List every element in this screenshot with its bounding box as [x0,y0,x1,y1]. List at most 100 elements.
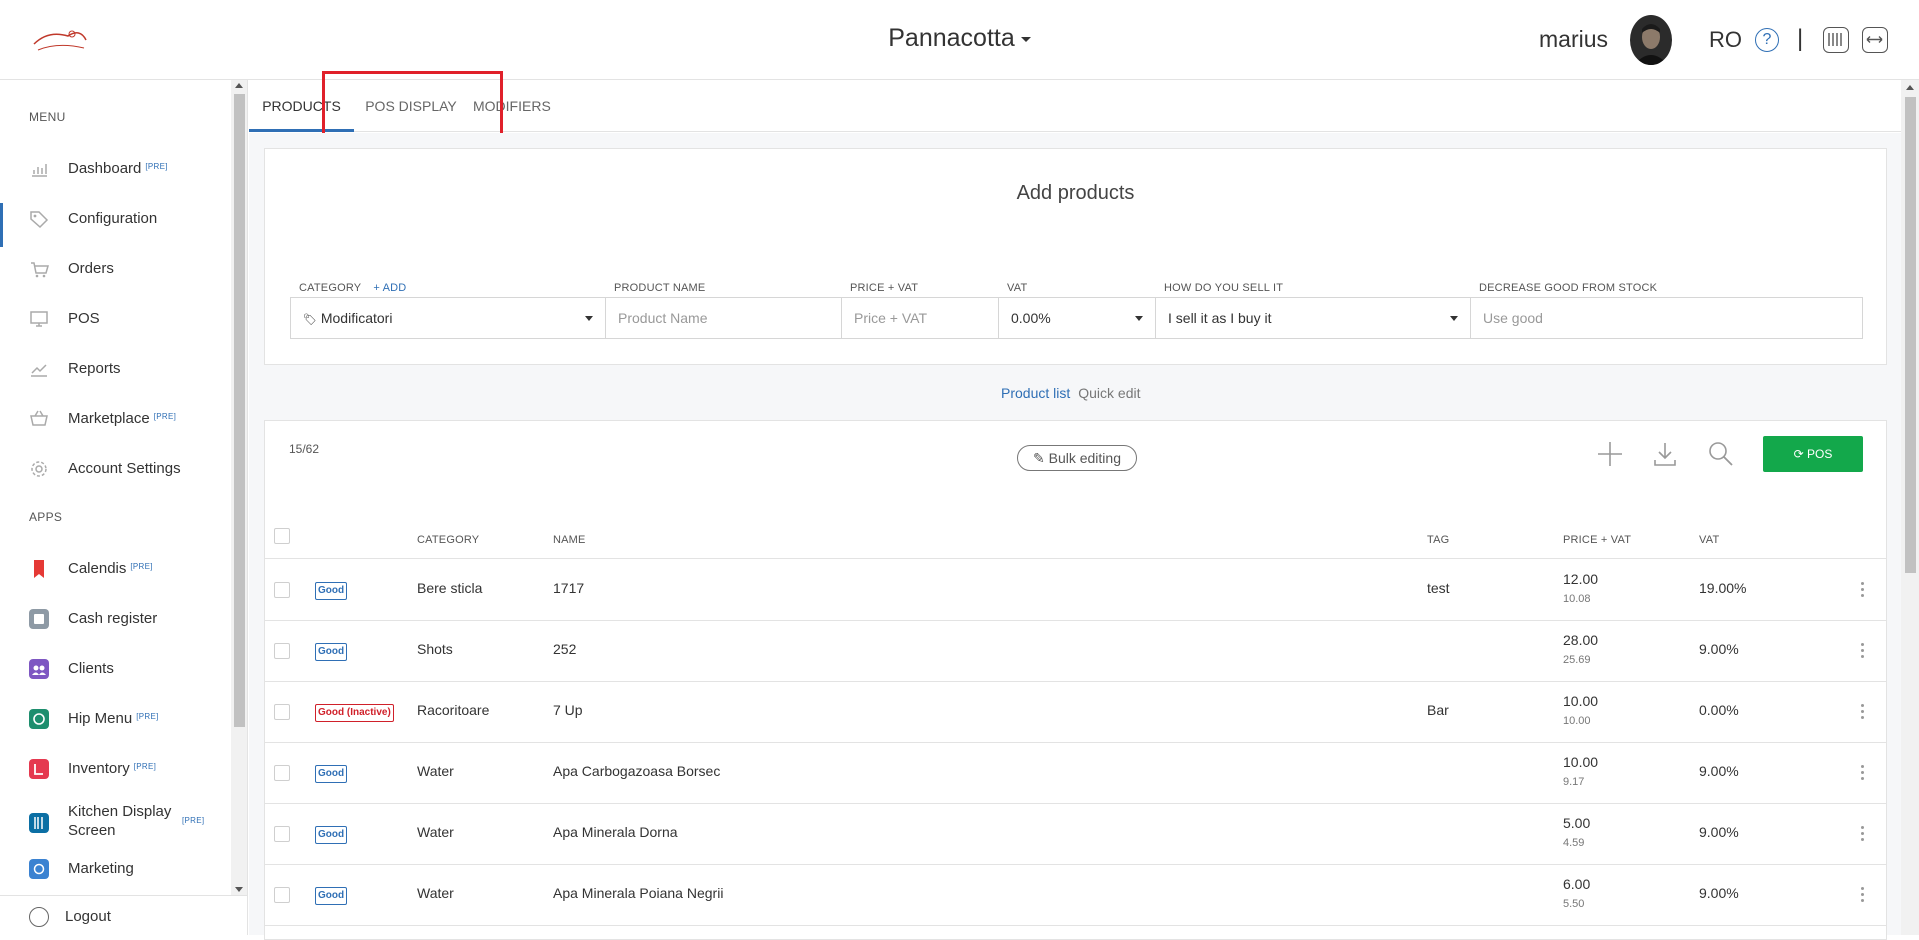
add-category-link[interactable]: + ADD [373,282,406,294]
sidebar-item-calendis[interactable]: Calendis [PRE] [0,549,231,589]
sidebar-item-marketplace[interactable]: Marketplace [PRE] [0,399,231,439]
row-name[interactable]: 7 Up [553,702,583,718]
row-price-net: 10.08 [1563,593,1591,605]
column-price[interactable]: PRICE + VAT [1563,534,1631,546]
more-options-icon[interactable] [1861,765,1865,781]
table-row[interactable]: Good (Inactive) Racoritoare 7 Up Bar 10.00 10… [265,682,1886,743]
row-category: Shots [417,641,453,657]
more-options-icon[interactable] [1861,643,1865,659]
sidebar-item-kitchen-display[interactable]: Kitchen Display Screen [PRE] [0,799,231,847]
column-category[interactable]: CATEGORY [417,534,479,546]
column-name[interactable]: NAME [553,534,586,546]
sidebar-item-reports[interactable]: Reports [0,349,231,389]
sidebar-item-orders[interactable]: Orders [0,249,231,289]
row-name[interactable]: Apa Minerala Dorna [553,824,678,840]
sidebar-item-clients[interactable]: Clients [0,649,231,689]
sidebar-item-cash-register[interactable]: Cash register [0,599,231,639]
sidebar-scrollbar[interactable] [231,80,247,895]
quick-edit-link[interactable]: Quick edit [1078,385,1140,401]
status-badge: Good [315,643,348,661]
product-name-input[interactable]: Product Name [606,298,842,338]
row-checkbox[interactable] [274,704,290,720]
main-scrollbar[interactable] [1901,80,1919,935]
column-tag[interactable]: TAG [1427,534,1449,546]
bookmark-icon [34,560,44,578]
avatar[interactable] [1630,15,1672,65]
sidebar-item-dashboard[interactable]: Dashboard [PRE] [0,149,231,189]
vat-select[interactable]: 0.00% [999,298,1156,338]
more-options-icon[interactable] [1861,582,1865,598]
row-checkbox[interactable] [274,826,290,842]
terminal-icon[interactable] [1823,27,1849,53]
category-select[interactable]: 🏷︎ Modificatori [291,298,606,338]
table-row[interactable]: Good Water Apa Minerala Dorna 5.00 4.59 9.00% [265,804,1886,865]
row-category: Water [417,824,454,840]
table-row[interactable]: Good Bere sticla 1717 test 12.00 10.08 19.00% [265,560,1886,621]
pre-badge: [PRE] [136,712,159,721]
sidebar-item-inventory[interactable]: Inventory [PRE] [0,749,231,789]
row-category: Racoritoare [417,702,490,718]
sidebar-item-account-settings[interactable]: Account Settings [0,449,231,489]
status-badge: Good [315,887,348,905]
cart-icon [31,262,49,278]
row-price: 5.00 [1563,815,1591,831]
pre-badge: [PRE] [130,562,153,571]
row-vat: 9.00% [1699,641,1739,657]
sidebar-item-label: Marketplace [68,410,150,427]
row-checkbox[interactable] [274,765,290,781]
row-name[interactable]: 1717 [553,580,584,596]
scrollbar-thumb[interactable] [1905,97,1916,573]
scroll-down-icon[interactable] [235,887,243,892]
table-row[interactable]: Good Water Apa Carbogazoasa Borsec 10.00 9.1… [265,743,1886,804]
bulk-editing-button[interactable]: ✎ Bulk editing [1017,445,1137,471]
row-name[interactable]: Apa Carbogazoasa Borsec [553,763,720,779]
price-input[interactable]: Price + VAT [842,298,999,338]
language-selector[interactable]: RO [1709,27,1742,53]
logout-label: Logout [65,908,111,925]
table-row[interactable]: Good Shots 252 28.00 25.69 9.00% [265,621,1886,682]
how-sell-label: HOW DO YOU SELL IT [1164,282,1284,294]
decrease-stock-input[interactable]: Use good [1471,298,1862,338]
table-header: CATEGORY NAME TAG PRICE + VAT VAT [265,518,1886,559]
remote-icon[interactable] [1862,27,1888,53]
help-icon[interactable]: ? [1755,28,1779,52]
scroll-up-icon[interactable] [1906,85,1914,90]
sidebar-item-label: Reports [68,360,121,377]
sidebar-item-marketing[interactable]: Marketing [0,849,231,889]
pre-badge: [PRE] [153,412,177,421]
venue-name[interactable]: Pannacotta [888,24,1015,52]
sidebar-item-label: Account Settings [68,460,181,477]
how-sell-value: I sell it as I buy it [1168,310,1272,326]
vat-label: VAT [1007,282,1028,294]
more-options-icon[interactable] [1861,704,1865,720]
add-icon[interactable] [1596,440,1624,468]
tag-icon: 🏷︎ [303,314,317,326]
row-vat: 9.00% [1699,763,1739,779]
row-name[interactable]: 252 [553,641,576,657]
product-list-link[interactable]: Product list [1001,385,1070,401]
table-row[interactable]: Good Water Apa Minerala Poiana Negrii 6.00 5… [265,865,1886,926]
how-sell-select[interactable]: I sell it as I buy it [1156,298,1471,338]
scrollbar-thumb[interactable] [234,94,245,727]
vat-value: 0.00% [1011,310,1051,326]
row-name[interactable]: Apa Minerala Poiana Negrii [553,885,723,901]
chevron-down-icon [585,316,593,321]
logout-button[interactable]: Logout [0,895,248,935]
scroll-up-icon[interactable] [235,83,243,88]
user-name[interactable]: marius [1539,26,1608,53]
select-all-checkbox[interactable] [274,528,290,544]
search-icon[interactable] [1706,440,1734,468]
row-checkbox[interactable] [274,582,290,598]
row-checkbox[interactable] [274,643,290,659]
product-count: 15/62 [289,442,320,456]
row-vat: 0.00% [1699,702,1739,718]
sync-pos-button[interactable]: ⟳ POS [1763,436,1863,472]
sidebar-item-pos[interactable]: POS [0,299,231,339]
sidebar-item-configuration[interactable]: Configuration [0,199,231,247]
more-options-icon[interactable] [1861,887,1865,903]
sidebar-item-hip-menu[interactable]: Hip Menu [PRE] [0,699,231,739]
column-vat[interactable]: VAT [1699,534,1719,546]
more-options-icon[interactable] [1861,826,1865,842]
row-checkbox[interactable] [274,887,290,903]
download-icon[interactable] [1651,440,1679,468]
